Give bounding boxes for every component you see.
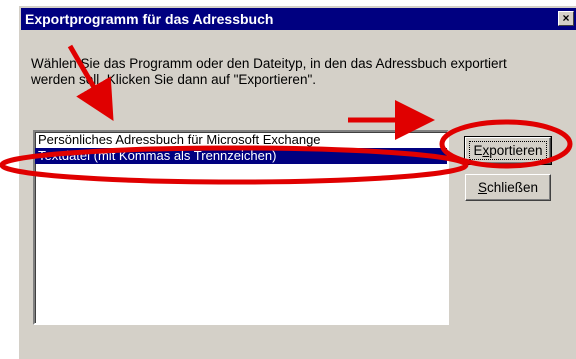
close-icon[interactable]: × (558, 11, 574, 26)
export-dialog: Exportprogramm für das Adressbuch × Wähl… (18, 5, 576, 359)
export-button-label: Exportieren (469, 141, 547, 160)
instruction-text: Wählen Sie das Programm oder den Dateity… (31, 56, 507, 87)
list-item-text-csv[interactable]: Textdatei (mit Kommas als Trennzeichen) (35, 148, 447, 164)
list-item-exchange-address-book[interactable]: Persönliches Adressbuch für Microsoft Ex… (35, 132, 447, 148)
export-format-list[interactable]: Persönliches Adressbuch für Microsoft Ex… (33, 130, 449, 325)
title-bar[interactable]: Exportprogramm für das Adressbuch × (21, 8, 576, 30)
close-button[interactable]: Schließen (465, 174, 551, 201)
window-title: Exportprogramm für das Adressbuch (25, 11, 274, 27)
export-button[interactable]: Exportieren (464, 136, 552, 165)
